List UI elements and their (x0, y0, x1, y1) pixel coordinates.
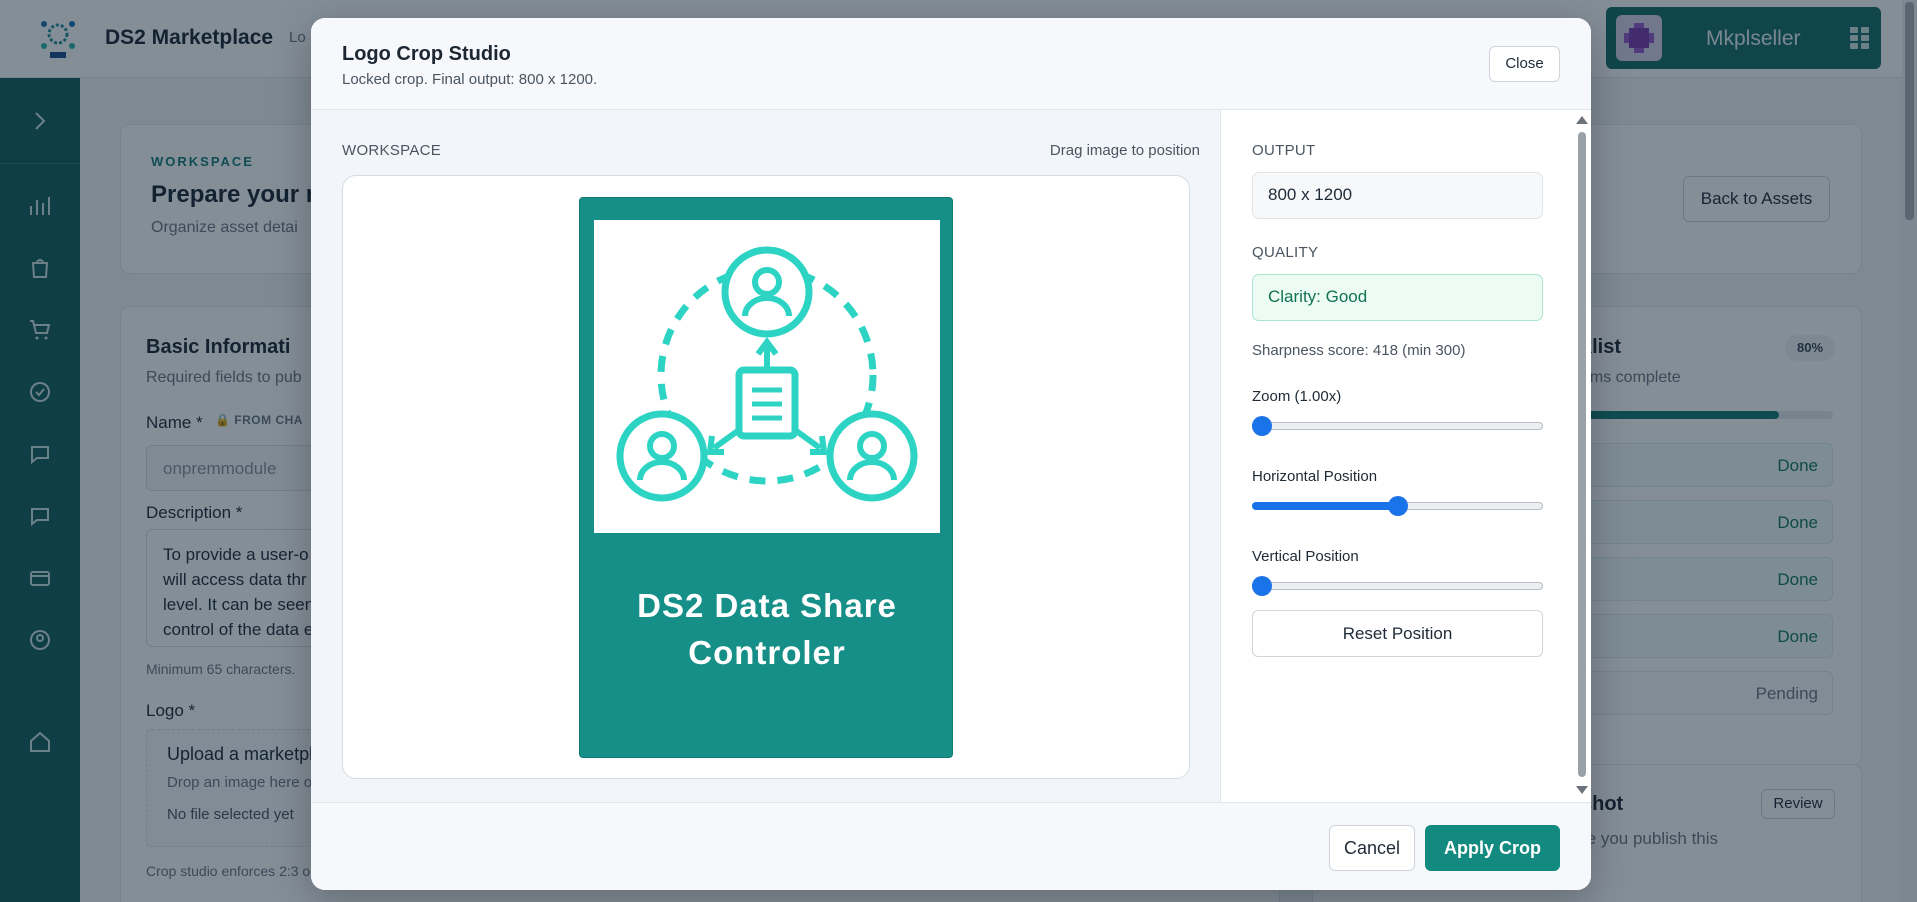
modal-header: Logo Crop Studio Locked crop. Final outp… (311, 18, 1591, 110)
modal-footer: Cancel Apply Crop (311, 802, 1591, 890)
zoom-slider-thumb[interactable] (1252, 416, 1272, 436)
workspace-label: WORKSPACE (342, 142, 442, 159)
horizontal-position-label: Horizontal Position (1252, 468, 1378, 485)
logo-crop-modal: Logo Crop Studio Locked crop. Final outp… (311, 18, 1591, 890)
sharpness-score: Sharpness score: 418 (min 300) (1252, 342, 1466, 359)
panel-scrollbar[interactable] (1573, 110, 1591, 802)
horizontal-position-slider[interactable] (1252, 496, 1543, 516)
data-share-network-icon (616, 246, 918, 502)
crop-image-illustration (594, 220, 940, 533)
modal-subtitle: Locked crop. Final output: 800 x 1200. (342, 71, 598, 88)
crop-image-caption: DS2 Data Share Controler (637, 587, 897, 671)
vertical-slider-thumb[interactable] (1252, 576, 1272, 596)
horizontal-slider-fill (1252, 502, 1398, 510)
output-value: 800 x 1200 (1252, 172, 1543, 219)
scroll-up-arrow-icon[interactable] (1576, 116, 1588, 124)
crop-workspace: DS2 Data Share Controler (342, 175, 1190, 779)
reset-position-button[interactable]: Reset Position (1252, 610, 1543, 657)
close-button[interactable]: Close (1489, 46, 1560, 82)
crop-settings-panel: OUTPUT 800 x 1200 QUALITY Clarity: Good … (1220, 110, 1591, 802)
crop-image[interactable]: DS2 Data Share Controler (579, 197, 953, 758)
panel-scrollbar-thumb[interactable] (1578, 132, 1586, 777)
modal-title: Logo Crop Studio (342, 43, 511, 65)
quality-value: Clarity: Good (1252, 274, 1543, 321)
horizontal-slider-thumb[interactable] (1387, 496, 1408, 516)
vertical-position-label: Vertical Position (1252, 548, 1359, 565)
vertical-position-slider[interactable] (1252, 576, 1543, 596)
scroll-down-arrow-icon[interactable] (1576, 786, 1588, 794)
quality-label: QUALITY (1252, 244, 1319, 261)
workspace-hint: Drag image to position (1049, 142, 1200, 159)
output-label: OUTPUT (1252, 142, 1316, 159)
zoom-slider-track (1252, 422, 1543, 430)
cancel-button[interactable]: Cancel (1329, 825, 1415, 871)
zoom-slider[interactable] (1252, 416, 1543, 436)
zoom-label: Zoom (1.00x) (1252, 388, 1342, 405)
vertical-slider-track (1252, 582, 1543, 590)
modal-body: WORKSPACE Drag image to position DS2 Dat… (311, 110, 1591, 802)
apply-crop-button[interactable]: Apply Crop (1425, 825, 1560, 871)
